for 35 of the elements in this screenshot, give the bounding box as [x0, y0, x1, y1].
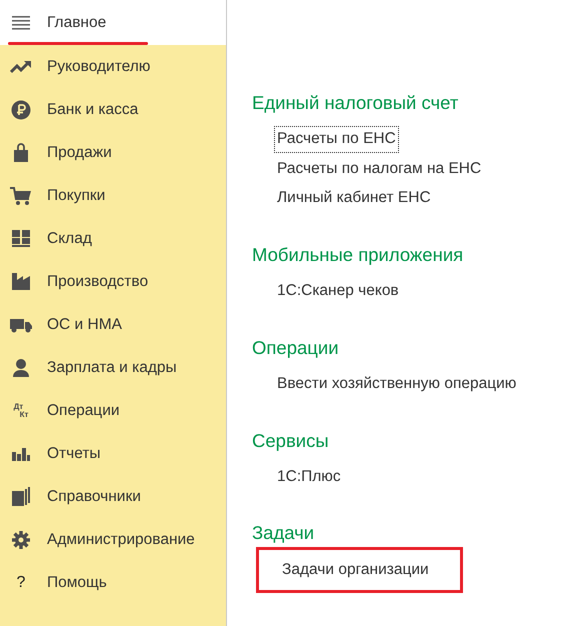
sidebar-item[interactable]: Отчеты: [0, 432, 226, 475]
sidebar-item[interactable]: Зарплата и кадры: [0, 346, 226, 389]
sidebar-item[interactable]: ? Помощь: [0, 561, 226, 604]
sidebar-item[interactable]: ОС и НМА: [0, 303, 226, 346]
section-heading: Задачи: [252, 522, 316, 544]
sidebar-item[interactable]: Справочники: [0, 475, 226, 518]
command-link[interactable]: 1С:Плюс: [274, 464, 344, 490]
debit-credit-icon: Дт Кт: [10, 400, 32, 420]
boxes-icon: [10, 228, 32, 248]
command-link[interactable]: 1С:Сканер чеков: [274, 278, 402, 305]
cart-icon: [10, 186, 32, 206]
sidebar-item[interactable]: Банк и касса: [0, 88, 226, 131]
command-link[interactable]: Расчеты по ЕНС: [274, 126, 399, 153]
sidebar-item[interactable]: Дт Кт Операции: [0, 389, 226, 432]
ruble-coin-icon: [10, 100, 32, 120]
command-link[interactable]: Личный кабинет ЕНС: [274, 185, 434, 212]
sidebar-item[interactable]: Руководителю: [0, 45, 226, 88]
sidebar-item[interactable]: Производство: [0, 260, 226, 303]
settings-icon: [10, 530, 32, 550]
books-icon: [10, 486, 32, 506]
command-link[interactable]: Расчеты по налогам на ЕНС: [274, 156, 484, 182]
factory-icon: [10, 272, 32, 292]
sidebar-item[interactable]: Главное: [0, 0, 226, 45]
command-link[interactable]: Ввести хозяйственную операцию: [274, 370, 520, 398]
section-heading: Мобильные приложения: [252, 244, 464, 266]
sidebar-item[interactable]: Продажи: [0, 131, 226, 174]
sidebar-item[interactable]: Покупки: [0, 174, 226, 217]
sidebar-item[interactable]: Администрирование: [0, 518, 226, 561]
command-link[interactable]: Задачи организации: [279, 556, 432, 584]
sidebar-item[interactable]: Склад: [0, 217, 226, 260]
section-heading: Сервисы: [252, 430, 330, 452]
section-heading: Единый налоговый счет: [252, 92, 460, 114]
person-icon: [10, 358, 32, 378]
help-icon: ?: [10, 572, 32, 592]
section-heading: Операции: [252, 336, 340, 359]
